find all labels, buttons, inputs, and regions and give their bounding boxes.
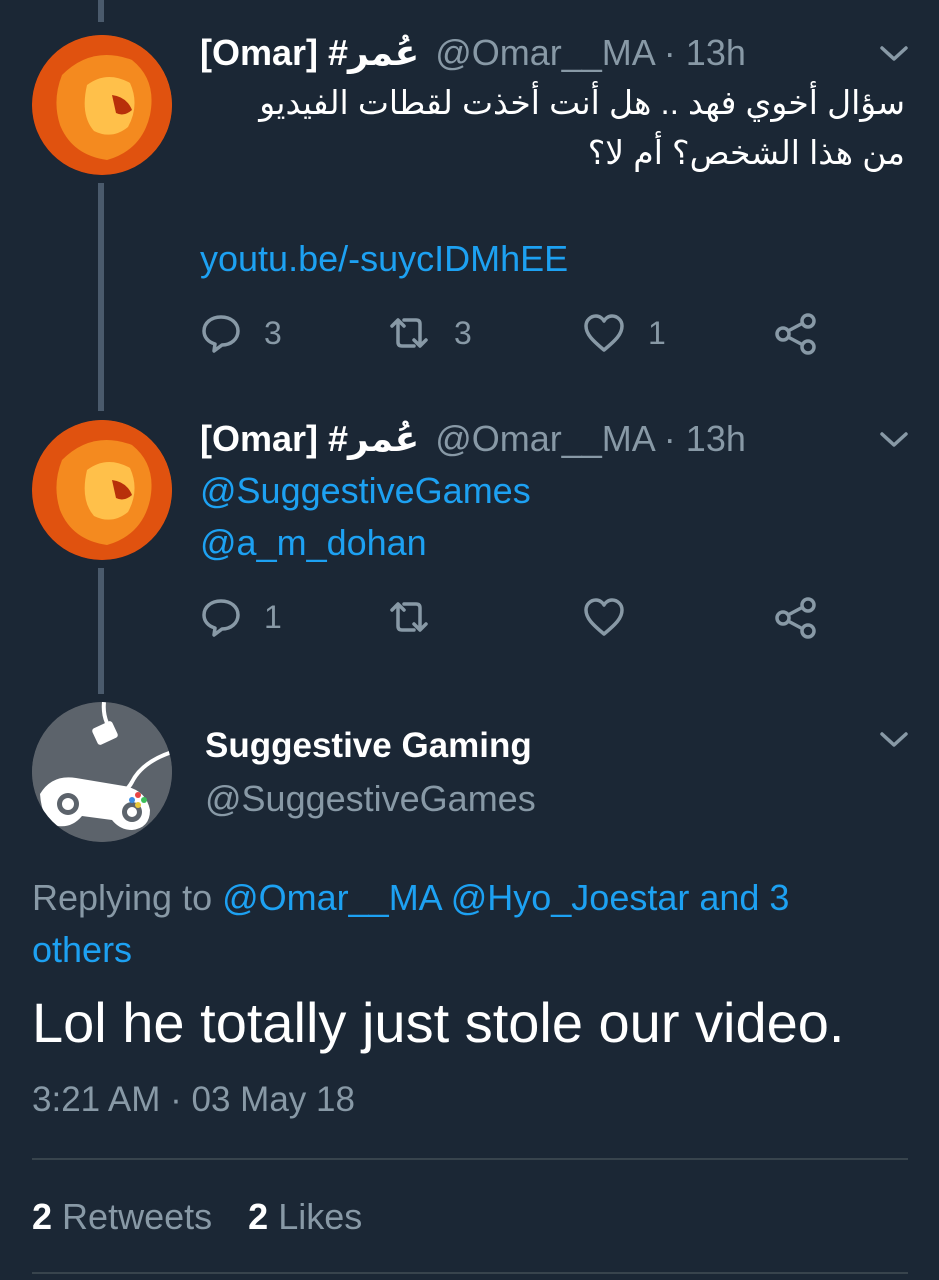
- share-button[interactable]: [774, 312, 818, 356]
- engagement-stats: 2 Retweets 2 Likes: [32, 1196, 362, 1238]
- like-icon: [584, 598, 624, 636]
- likes-label: Likes: [278, 1196, 363, 1237]
- timestamp[interactable]: 13h: [686, 418, 746, 459]
- tweet-text-line: من هذا الشخص؟ أم لا؟: [587, 134, 905, 171]
- tweet-link[interactable]: youtu.be/-suycIDMhEE: [200, 238, 568, 280]
- like-button[interactable]: [582, 596, 648, 638]
- replying-to: Replying to @Omar__MA @Hyo_Joestar and 3…: [32, 872, 892, 976]
- retweet-icon: [390, 602, 428, 632]
- retweet-button[interactable]: [386, 596, 454, 638]
- share-icon: [775, 597, 816, 639]
- reply-button[interactable]: 1: [200, 596, 282, 638]
- timestamp[interactable]: 3:21 AM · 03 May 18: [32, 1080, 355, 1120]
- divider: [32, 1272, 908, 1274]
- handle[interactable]: @Omar__MA: [435, 32, 654, 73]
- tweet-text-line: سؤال أخوي فهد .. هل أنت أخذت لقطات الفيد…: [259, 84, 905, 121]
- lion-avatar-image: [32, 420, 172, 560]
- display-name[interactable]: [Omar] #عُمر: [200, 418, 419, 459]
- retweet-count: 3: [454, 314, 472, 351]
- like-count: 2: [248, 1196, 269, 1237]
- share-icon: [775, 313, 816, 355]
- thread-line-top: [98, 0, 104, 22]
- mention-link[interactable]: @SuggestiveGames: [200, 470, 531, 512]
- chevron-down-icon[interactable]: [878, 44, 910, 64]
- separator: ·: [653, 418, 686, 459]
- retweet-count: 2: [32, 1196, 53, 1237]
- thread-line-1: [98, 183, 104, 411]
- reply-icon: [202, 315, 240, 353]
- like-icon: [584, 314, 624, 352]
- separator: ·: [653, 32, 686, 73]
- avatar[interactable]: [32, 35, 172, 175]
- mention-link[interactable]: @a_m_dohan: [200, 522, 427, 564]
- lion-avatar-image: [32, 35, 172, 175]
- chevron-down-icon[interactable]: [878, 430, 910, 450]
- tweet-header: [Omar] #عُمر @Omar__MA · 13h: [200, 32, 746, 74]
- retweet-icon: [390, 318, 428, 348]
- avatar[interactable]: [32, 420, 172, 560]
- like-count: 1: [648, 314, 666, 351]
- gamepad-logo-image: [32, 702, 172, 842]
- reply-button[interactable]: 3: [200, 312, 282, 354]
- reply-count: 3: [264, 314, 282, 351]
- chevron-down-icon[interactable]: [878, 730, 910, 750]
- retweets-stat[interactable]: 2 Retweets: [32, 1196, 212, 1237]
- retweets-label: Retweets: [62, 1196, 213, 1237]
- thread-line-2: [98, 568, 104, 694]
- divider: [32, 1158, 908, 1160]
- avatar[interactable]: [32, 702, 172, 842]
- reply-count: 1: [264, 598, 282, 635]
- tweet-text: سؤال أخوي فهد .. هل أنت أخذت لقطات الفيد…: [259, 78, 905, 178]
- like-button[interactable]: 1: [582, 312, 666, 354]
- display-name[interactable]: Suggestive Gaming: [205, 726, 532, 766]
- replying-prefix: Replying to: [32, 877, 223, 918]
- reply-icon: [202, 599, 240, 637]
- handle[interactable]: @SuggestiveGames: [205, 778, 536, 820]
- retweet-button[interactable]: 3: [386, 312, 472, 354]
- tweet-text: Lol he totally just stole our video.: [32, 991, 845, 1054]
- display-name[interactable]: [Omar] #عُمر: [200, 32, 419, 73]
- tweet-header: [Omar] #عُمر @Omar__MA · 13h: [200, 418, 746, 460]
- share-button[interactable]: [774, 596, 818, 640]
- likes-stat[interactable]: 2 Likes: [248, 1196, 362, 1237]
- timestamp[interactable]: 13h: [686, 32, 746, 73]
- handle[interactable]: @Omar__MA: [435, 418, 654, 459]
